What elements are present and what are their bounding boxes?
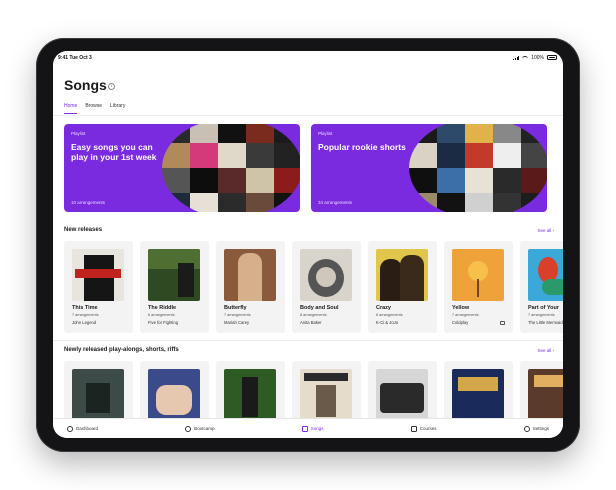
cellular-signal-icon bbox=[513, 55, 520, 60]
album-art-image bbox=[376, 249, 428, 301]
album-art-image bbox=[148, 249, 200, 301]
playlist-banner-easy-songs[interactable]: Playlist Easy songs you can play in your… bbox=[64, 124, 300, 212]
playlist-banner-rookie-shorts[interactable]: Playlist Popular rookie shorts 34 arrang… bbox=[311, 124, 547, 212]
song-title: The Riddle bbox=[148, 305, 177, 311]
song-arrangements: 7 arrangements bbox=[224, 313, 251, 317]
see-all-newly-released-link[interactable]: See all › bbox=[537, 348, 554, 353]
section-divider bbox=[53, 340, 563, 341]
song-title: Yellow bbox=[452, 305, 470, 311]
play-along-card[interactable] bbox=[444, 361, 513, 421]
nav-label: Courses bbox=[419, 426, 437, 431]
album-collage-image bbox=[409, 124, 547, 212]
play-along-card[interactable] bbox=[292, 361, 361, 421]
song-arrangements: 7 arrangements bbox=[528, 313, 555, 317]
album-art-image bbox=[224, 249, 276, 301]
song-artist: K-Ci & JoJo bbox=[376, 320, 399, 325]
song-card[interactable]: Yellow 7 arrangements Coldplay bbox=[444, 241, 513, 333]
ipad-frame: 9:41 Tue Oct 3 100% Songs i Home Browse … bbox=[36, 38, 580, 452]
tab-library[interactable]: Library bbox=[110, 103, 125, 114]
tab-bar: Home Browse Library bbox=[64, 103, 125, 114]
song-title: Part of Your bbox=[528, 305, 559, 311]
bottom-navigation: Dashboard Bootcamp Songs Courses Setting… bbox=[53, 418, 563, 438]
info-icon[interactable]: i bbox=[108, 83, 115, 90]
album-art-image bbox=[72, 249, 124, 301]
song-arrangements: 6 arrangements bbox=[148, 313, 175, 317]
song-card[interactable]: Butterfly 7 arrangements Mariah Carey bbox=[216, 241, 285, 333]
album-art-image bbox=[452, 369, 504, 421]
battery-percent: 100% bbox=[531, 54, 544, 61]
status-bar: 9:41 Tue Oct 3 100% bbox=[53, 51, 563, 65]
banner-title: Easy songs you can play in your 1st week bbox=[71, 142, 157, 162]
settings-icon bbox=[523, 425, 530, 432]
see-all-new-releases-link[interactable]: See all › bbox=[537, 228, 554, 233]
album-art-image bbox=[300, 249, 352, 301]
song-artist: Coldplay bbox=[452, 320, 469, 325]
song-card[interactable]: Part of Your 7 arrangements The Little M… bbox=[520, 241, 563, 333]
song-artist: The Little Mermaid bbox=[528, 320, 563, 325]
album-collage-image bbox=[162, 124, 300, 212]
section-title-newly-released: Newly released play-alongs, shorts, riff… bbox=[64, 347, 179, 353]
tab-browse[interactable]: Browse bbox=[85, 103, 102, 114]
album-art-image bbox=[72, 369, 124, 421]
album-art-image bbox=[528, 249, 563, 301]
nav-label: Bootcamp bbox=[194, 426, 215, 431]
banner-eyebrow: Playlist bbox=[71, 131, 86, 136]
banner-title: Popular rookie shorts bbox=[318, 142, 406, 152]
song-artist: Mariah Carey bbox=[224, 320, 250, 325]
song-arrangements: 7 arrangements bbox=[72, 313, 99, 317]
tabs-divider bbox=[53, 115, 563, 116]
nav-bootcamp[interactable]: Bootcamp bbox=[185, 425, 215, 432]
banner-count: 34 arrangements bbox=[318, 200, 353, 205]
page-title: Songs bbox=[64, 77, 107, 93]
tab-home[interactable]: Home bbox=[64, 103, 78, 114]
album-art-image bbox=[300, 369, 352, 421]
play-along-card[interactable] bbox=[368, 361, 437, 421]
play-along-card[interactable] bbox=[520, 361, 563, 421]
song-artist: Anita Baker bbox=[300, 320, 322, 325]
video-icon bbox=[500, 321, 505, 325]
wifi-icon bbox=[522, 55, 529, 60]
courses-icon bbox=[410, 425, 417, 432]
nav-label: Songs bbox=[310, 426, 324, 431]
status-indicators: 100% bbox=[513, 55, 557, 61]
play-along-card[interactable] bbox=[64, 361, 133, 421]
dashboard-icon bbox=[67, 425, 73, 432]
song-card[interactable]: Crazy 8 arrangements K-Ci & JoJo bbox=[368, 241, 437, 333]
song-card[interactable]: Body and Soul 8 arrangements Anita Baker bbox=[292, 241, 361, 333]
song-title: Body and Soul bbox=[300, 305, 339, 311]
play-along-card[interactable] bbox=[216, 361, 285, 421]
battery-icon bbox=[547, 55, 557, 60]
status-time: 9:41 Tue Oct 3 bbox=[58, 55, 92, 61]
song-card[interactable]: The Riddle 6 arrangements Five for Fight… bbox=[140, 241, 209, 333]
song-title: Butterfly bbox=[224, 305, 247, 311]
song-artist: Five for Fighting bbox=[148, 320, 179, 325]
album-art-image bbox=[376, 369, 428, 421]
songs-icon bbox=[301, 425, 308, 432]
app-screen: 9:41 Tue Oct 3 100% Songs i Home Browse … bbox=[53, 51, 563, 438]
song-arrangements: 8 arrangements bbox=[376, 313, 403, 317]
nav-label: Settings bbox=[532, 426, 549, 431]
nav-courses[interactable]: Courses bbox=[410, 425, 437, 432]
song-card[interactable]: This Time 7 arrangements John Legend bbox=[64, 241, 133, 333]
song-title: Crazy bbox=[376, 305, 391, 311]
song-title: This Time bbox=[72, 305, 98, 311]
banner-count: 10 arrangements bbox=[71, 200, 106, 205]
nav-dashboard[interactable]: Dashboard bbox=[67, 425, 99, 432]
play-along-card[interactable] bbox=[140, 361, 209, 421]
song-artist: John Legend bbox=[72, 320, 97, 325]
song-arrangements: 8 arrangements bbox=[300, 313, 327, 317]
nav-settings[interactable]: Settings bbox=[523, 425, 549, 432]
banner-eyebrow: Playlist bbox=[318, 131, 333, 136]
song-arrangements: 7 arrangements bbox=[452, 313, 479, 317]
section-title-new-releases: New releases bbox=[64, 227, 103, 233]
bootcamp-icon bbox=[185, 425, 192, 432]
nav-songs[interactable]: Songs bbox=[301, 425, 324, 432]
album-art-image bbox=[528, 369, 563, 421]
nav-label: Dashboard bbox=[76, 426, 99, 431]
album-art-image bbox=[224, 369, 276, 421]
album-art-image bbox=[148, 369, 200, 421]
album-art-image bbox=[452, 249, 504, 301]
